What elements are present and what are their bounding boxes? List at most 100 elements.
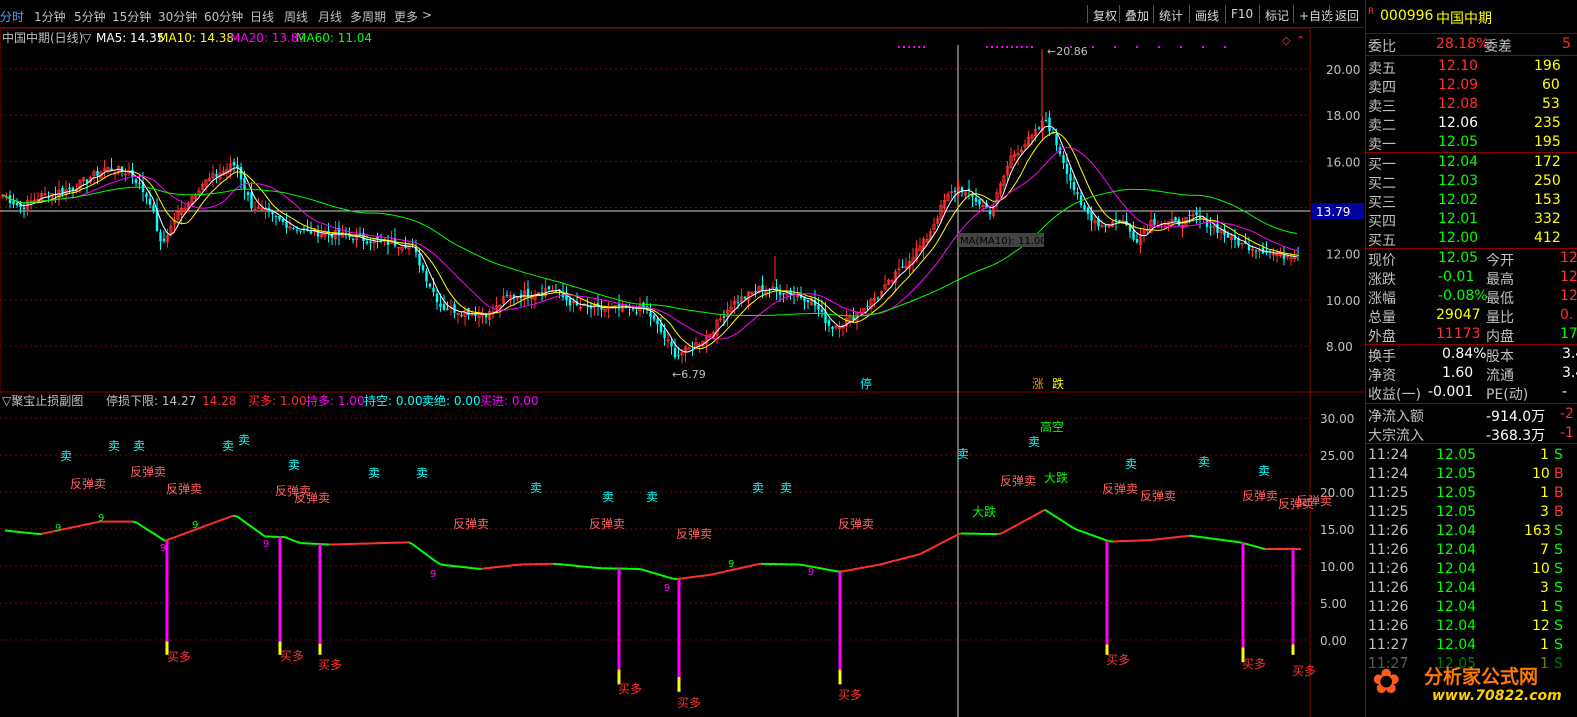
stop-loss-segment: [820, 567, 826, 571]
bid-label: 买四: [1368, 214, 1396, 230]
toolbar-button-0[interactable]: 复权: [1087, 5, 1122, 23]
trade-row[interactable]: 11:26 12.04 12 S: [1366, 617, 1577, 636]
bid-row[interactable]: 买五 12.00 412: [1366, 229, 1577, 249]
ask-row[interactable]: 卖五 12.10 196: [1366, 57, 1577, 77]
period-tab-4[interactable]: 30分钟: [158, 8, 197, 25]
period-tab-10[interactable]: 更多: [394, 8, 418, 25]
trade-row[interactable]: 11:26 12.04 7 S: [1366, 541, 1577, 560]
collapse-triangle-icon[interactable]: ▽: [82, 31, 92, 45]
toolbar-button-7[interactable]: 返回: [1329, 5, 1364, 23]
trade-row[interactable]: 11:25 12.05 1 B: [1366, 484, 1577, 503]
ask-row[interactable]: 卖三 12.08 53: [1366, 95, 1577, 115]
ask-row[interactable]: 卖二 12.06 235: [1366, 114, 1577, 134]
ask-row[interactable]: 卖四 12.09 60: [1366, 76, 1577, 96]
stop-loss-segment: [1196, 535, 1202, 539]
trade-row[interactable]: 11:27 12.04 1 S: [1366, 636, 1577, 655]
stats-row[interactable]: 外盘 11173 内盘 178: [1366, 325, 1577, 345]
trade-row[interactable]: 11:24 12.05 10 B: [1366, 465, 1577, 484]
stop-loss-segment: [880, 562, 886, 566]
toolbar-button-4[interactable]: F10: [1225, 5, 1258, 23]
period-tab-1[interactable]: 1分钟: [34, 8, 66, 25]
period-tab-6[interactable]: 日线: [250, 8, 274, 25]
ask-row[interactable]: 卖一 12.05 195: [1366, 133, 1577, 153]
bid-row[interactable]: 买二 12.03 250: [1366, 172, 1577, 192]
more-arrow-icon[interactable]: >: [422, 8, 432, 22]
kline-chart-svg[interactable]: 中国中期(日线)▽ MA5: 14.35MA10: 14.38MA20: 13.8…: [0, 28, 1365, 717]
trade-time: 11:24: [1368, 447, 1409, 463]
toolbar-button-2[interactable]: 统计: [1153, 5, 1188, 23]
bid-row[interactable]: 买三 12.02 153: [1366, 191, 1577, 211]
period-tab-9[interactable]: 多周期: [350, 8, 386, 25]
bid-label: 买五: [1368, 233, 1396, 249]
stats-row[interactable]: 换手 0.84%股本 3.45: [1366, 345, 1577, 365]
period-tab-7[interactable]: 周线: [284, 8, 308, 25]
trade-row[interactable]: 11:24 12.05 1 S: [1366, 446, 1577, 465]
period-tab-3[interactable]: 15分钟: [112, 8, 151, 25]
stop-loss-segment: [1092, 534, 1098, 538]
flow-row[interactable]: 大宗流入 -368.3万 -1: [1366, 424, 1577, 444]
stats-row[interactable]: 现价 12.05 今开 12.: [1366, 249, 1577, 269]
stop-loss-segment: [148, 529, 154, 534]
order-ratio-row[interactable]: 委比 28.18% 委差 5: [1366, 35, 1577, 55]
stop-loss-segment: [200, 525, 206, 529]
stop-loss-segment: [1080, 530, 1086, 534]
candle-body: [274, 216, 278, 218]
candle-body: [901, 266, 904, 268]
trade-row[interactable]: 11:26 12.04 10 S: [1366, 560, 1577, 579]
trade-volume: 1: [1540, 599, 1549, 615]
candle-body: [1086, 207, 1090, 214]
quote-header[interactable]: R 000996 中国中期: [1366, 7, 1577, 27]
sell-label: 卖: [1125, 457, 1137, 471]
period-tab-2[interactable]: 5分钟: [74, 8, 106, 25]
info-mark-icon[interactable]: ◇: [1282, 34, 1291, 47]
stat-label-2: 最低: [1486, 291, 1514, 307]
period-tab-5[interactable]: 60分钟: [204, 8, 243, 25]
bid-price: 12.04: [1438, 154, 1479, 170]
bid-row[interactable]: 买四 12.01 332: [1366, 210, 1577, 230]
info-dot: [1006, 46, 1008, 48]
stop-loss-segment: [676, 577, 682, 581]
trade-row[interactable]: 11:26 12.04 163 S: [1366, 522, 1577, 541]
trade-row[interactable]: 11:26 12.04 1 S: [1366, 598, 1577, 617]
stats-row[interactable]: 净资 1.60 流通 3.45: [1366, 364, 1577, 384]
stop-loss-segment: [168, 536, 174, 541]
stats-row[interactable]: 涨幅 -0.08%最低 12.: [1366, 287, 1577, 307]
toolbar-button-5[interactable]: 标记: [1259, 5, 1294, 23]
trade-row[interactable]: 11:26 12.04 3 S: [1366, 579, 1577, 598]
stop-loss-segment: [156, 534, 162, 540]
candle-body: [1114, 219, 1118, 221]
period-tab-0[interactable]: 分时: [0, 8, 24, 25]
stop-loss-segment: [1256, 545, 1262, 549]
flow-row[interactable]: 净流入额 -914.0万 -2: [1366, 405, 1577, 425]
stop-loss-segment: [132, 520, 138, 524]
stop-loss-segment: [248, 524, 254, 529]
bid-volume: 153: [1534, 192, 1561, 208]
price-tick-label: 8.00: [1326, 340, 1353, 354]
event-mark-halt: 停: [860, 376, 872, 391]
buy-long-label: 买多: [1106, 653, 1130, 667]
toolbar-button-1[interactable]: 叠加: [1119, 5, 1154, 23]
stat-label: 涨跌: [1368, 272, 1396, 288]
candle-body: [369, 241, 372, 244]
stats-row[interactable]: 涨跌 -0.01 最高 12.: [1366, 268, 1577, 288]
bid-row[interactable]: 买一 12.04 172: [1366, 153, 1577, 173]
trade-price: 12.05: [1436, 466, 1477, 482]
stats-row[interactable]: 总量 29047 量比 0.: [1366, 306, 1577, 326]
stop-loss-segment: [640, 568, 646, 572]
stat-value-2: 12.: [1560, 250, 1577, 266]
candle-body: [22, 207, 26, 210]
rebound-sell-label: 反弹卖: [453, 517, 489, 531]
stop-loss-segment: [1076, 528, 1082, 533]
candlesticks: [1, 49, 1300, 364]
chart-area[interactable]: 中国中期(日线) ▽ MA5: 14.35 MA10: 14.38 MA20: 13.8…: [0, 28, 1365, 717]
ask-label: 卖四: [1368, 80, 1396, 96]
trade-row[interactable]: 11:25 12.05 3 B: [1366, 503, 1577, 522]
stop-loss-segment: [1020, 519, 1026, 524]
collapse-up-icon[interactable]: ⌃: [1296, 34, 1305, 47]
nine-count-label: 9: [430, 569, 436, 580]
bid-volume: 172: [1534, 154, 1561, 170]
stats-row[interactable]: 收益(一) -0.001 PE(动) -: [1366, 383, 1577, 403]
period-tab-8[interactable]: 月线: [318, 8, 342, 25]
toolbar-button-3[interactable]: 画线: [1189, 5, 1224, 23]
candle-body: [743, 296, 747, 299]
